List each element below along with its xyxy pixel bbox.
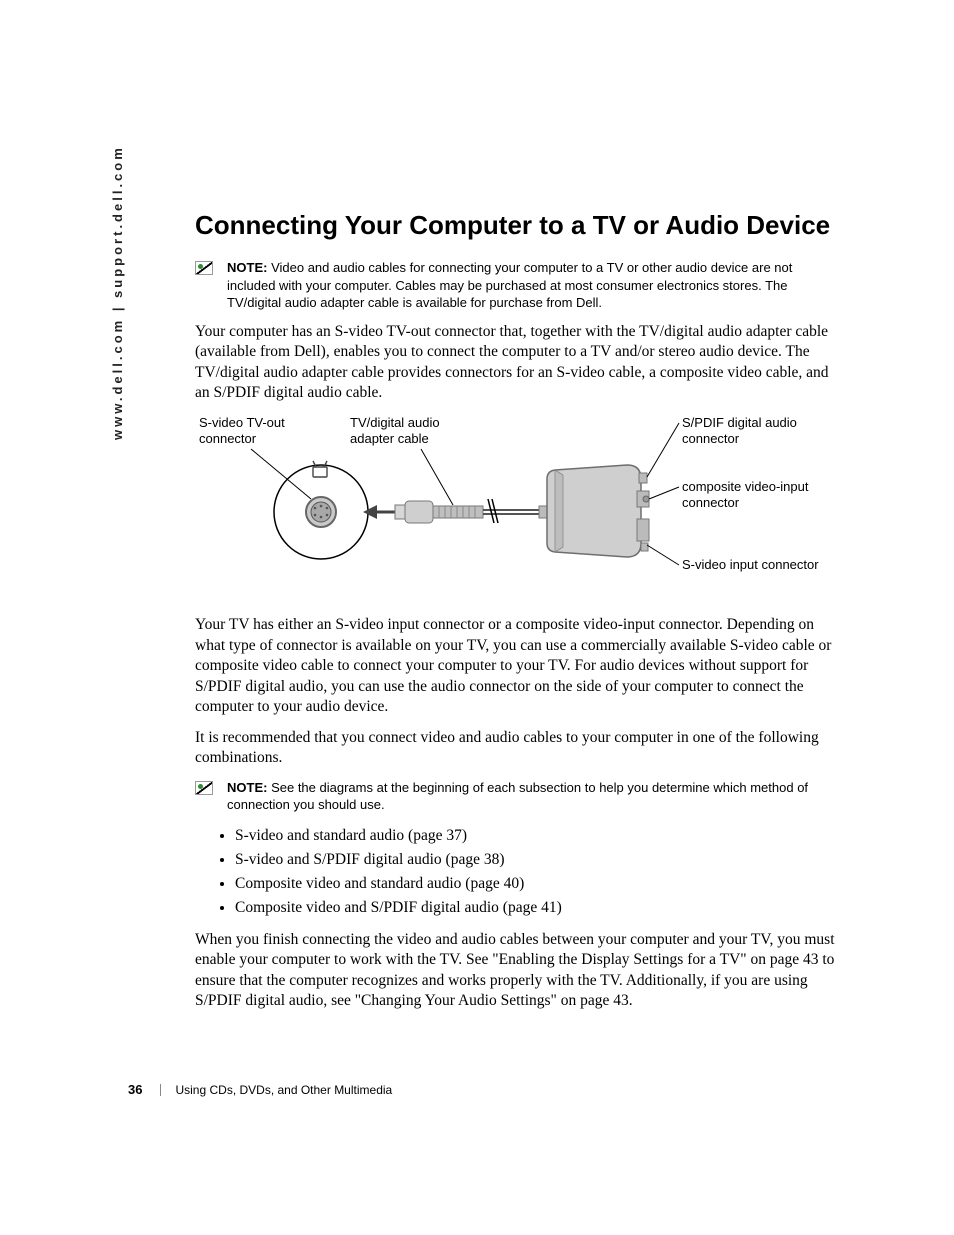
sidebar-url: www.dell.com | support.dell.com xyxy=(110,145,125,440)
note-body: Video and audio cables for connecting yo… xyxy=(227,260,792,310)
diagram-adapter-cable: S-video TV-out connector TV/digital audi… xyxy=(195,415,835,605)
footer-divider xyxy=(160,1084,161,1096)
paragraph-1: Your computer has an S-video TV-out conn… xyxy=(195,322,835,404)
note-body: See the diagrams at the beginning of eac… xyxy=(227,780,808,813)
chapter-title: Using CDs, DVDs, and Other Multimedia xyxy=(175,1083,392,1097)
note-label: NOTE: xyxy=(227,260,267,275)
page-number: 36 xyxy=(128,1082,142,1097)
list-item: S-video and standard audio (page 37) xyxy=(235,824,835,848)
list-item: Composite video and S/PDIF digital audio… xyxy=(235,896,835,920)
main-content: Connecting Your Computer to a TV or Audi… xyxy=(195,210,835,1022)
note-block-1: NOTE: Video and audio cables for connect… xyxy=(195,259,835,312)
paragraph-2: Your TV has either an S-video input conn… xyxy=(195,615,835,717)
diagram-svg xyxy=(195,415,835,605)
note-icon xyxy=(195,781,213,795)
bullet-list: S-video and standard audio (page 37) S-v… xyxy=(195,824,835,920)
note-text-1: NOTE: Video and audio cables for connect… xyxy=(227,259,835,312)
paragraph-4: When you finish connecting the video and… xyxy=(195,930,835,1012)
note-label: NOTE: xyxy=(227,780,267,795)
note-icon xyxy=(195,261,213,275)
note-text-2: NOTE: See the diagrams at the beginning … xyxy=(227,779,835,814)
list-item: S-video and S/PDIF digital audio (page 3… xyxy=(235,848,835,872)
page-title: Connecting Your Computer to a TV or Audi… xyxy=(195,210,835,241)
page-footer: 36 Using CDs, DVDs, and Other Multimedia xyxy=(128,1082,392,1097)
list-item: Composite video and standard audio (page… xyxy=(235,872,835,896)
paragraph-3: It is recommended that you connect video… xyxy=(195,728,835,769)
note-block-2: NOTE: See the diagrams at the beginning … xyxy=(195,779,835,814)
